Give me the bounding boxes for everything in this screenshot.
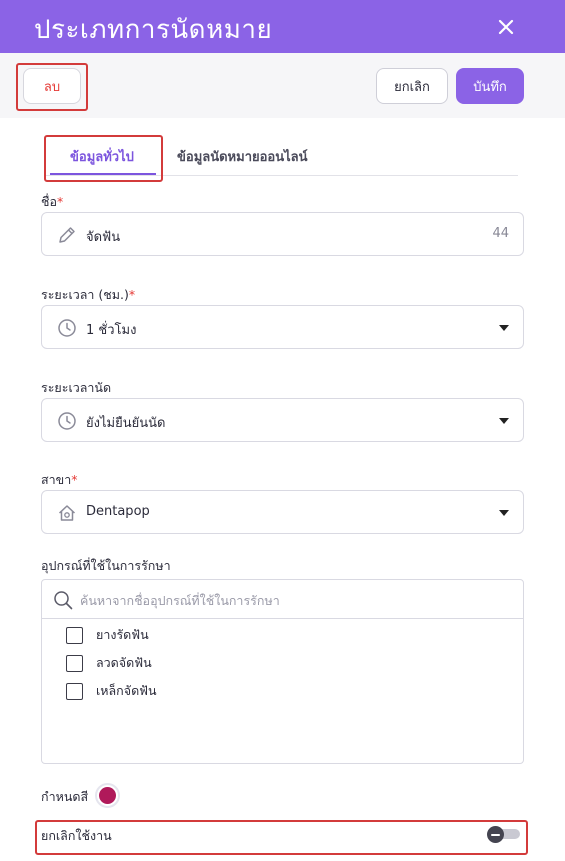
equipment-search-input[interactable]: ค้นหาจากชื่ออุปกรณ์ที่ใช้ในการรักษา [42,580,523,619]
checkbox[interactable] [66,626,83,644]
equipment-list: ค้นหาจากชื่ออุปกรณ์ที่ใช้ในการรักษา ยางร… [41,579,524,764]
appointment-duration-value: ยังไม่ยืนยันนัด [86,416,166,431]
name-field[interactable]: จัดฟัน 44 [41,212,524,256]
tab-online-appointment[interactable]: ข้อมูลนัดหมายออนไลน์ [177,146,308,167]
dialog-header: ประเภทการนัดหมาย [0,0,565,53]
search-icon [54,591,73,610]
equipment-item[interactable]: เหล็กจัดฟัน [66,682,157,700]
checkbox[interactable] [66,654,83,672]
branch-label: สาขา* [41,472,78,487]
equipment-search-placeholder: ค้นหาจากชื่ออุปกรณ์ที่ใช้ในการรักษา [80,593,280,608]
chevron-down-icon [499,325,509,331]
disable-toggle[interactable] [487,826,520,843]
chevron-down-icon [499,418,509,424]
tab-general[interactable]: ข้อมูลทั่วไป [70,146,134,167]
equipment-item-label: เหล็กจัดฟัน [96,683,157,698]
home-icon [58,505,76,521]
duration-value: 1 ชั่วโมง [86,323,137,338]
action-bar: ลบ ยกเลิก บันทึก [0,53,565,118]
toggle-knob [487,826,504,843]
clock-icon [58,319,76,337]
branch-select[interactable]: Dentapop [41,490,524,534]
equipment-item[interactable]: ยางรัดฟัน [66,626,149,644]
color-picker[interactable] [95,783,120,808]
disable-label: ยกเลิกใช้งาน [41,828,112,843]
branch-value: Dentapop [86,504,150,519]
equipment-item-label: ยางรัดฟัน [96,627,149,642]
checkbox[interactable] [66,682,83,700]
name-label: ชื่อ* [41,194,64,209]
close-button[interactable] [493,14,519,40]
active-tab-indicator [50,173,156,175]
clock-icon [58,412,76,430]
color-swatch [99,787,116,804]
pencil-icon [59,227,75,243]
equipment-item[interactable]: ลวดจัดฟัน [66,654,152,672]
chevron-down-icon [499,510,509,516]
color-label: กำหนดสี [41,789,89,804]
close-icon [498,19,514,35]
equipment-item-label: ลวดจัดฟัน [96,655,152,670]
cancel-button[interactable]: ยกเลิก [376,68,448,104]
dialog-title: ประเภทการนัดหมาย [34,15,273,45]
duration-select[interactable]: 1 ชั่วโมง [41,305,524,349]
tab-bar: ข้อมูลทั่วไป ข้อมูลนัดหมายออนไลน์ [44,134,518,176]
appointment-duration-select[interactable]: ยังไม่ยืนยันนัด [41,398,524,442]
duration-label: ระยะเวลา (ชม.)* [41,287,136,302]
equipment-label: อุปกรณ์ที่ใช้ในการรักษา [41,558,171,573]
name-char-counter: 44 [492,226,509,241]
save-button[interactable]: บันทึก [456,68,524,104]
appointment-duration-label: ระยะเวลานัด [41,380,112,395]
name-value: จัดฟัน [86,230,121,245]
delete-button[interactable]: ลบ [23,68,81,104]
